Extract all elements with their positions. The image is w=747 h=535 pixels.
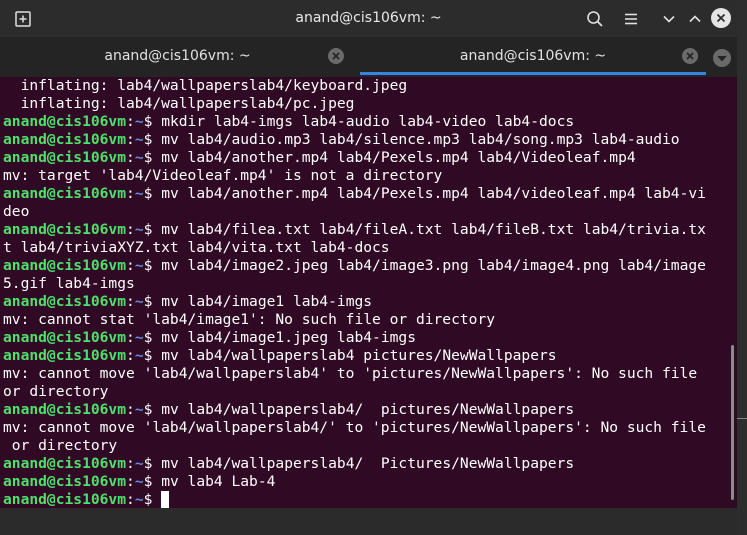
output-line: inflating: lab4/wallpaperslab4/keyboard.… (3, 77, 408, 94)
command-text: mv lab4/image1.jpeg lab4-imgs (161, 329, 416, 346)
output-line: t lab4/triviaXYZ.txt lab4/vita.txt lab4-… (3, 239, 390, 256)
active-tab-indicator (360, 72, 706, 75)
tab-bar: anand@cis106vm: ~ anand@cis106vm: ~ (0, 37, 737, 77)
output-line: 5.gif lab4-imgs (3, 275, 135, 292)
command-line: anand@cis106vm:~$ mv lab4/wallpaperslab4… (3, 347, 557, 364)
close-icon[interactable] (711, 8, 731, 28)
output-line: mv: cannot stat 'lab4/image1': No such f… (3, 311, 496, 328)
command-text: mv lab4/wallpaperslab4/ pictures/NewWall… (161, 401, 575, 418)
title-bar: anand@cis106vm: ~ (0, 0, 737, 37)
output-line: deo (3, 203, 30, 220)
prompt-path: ~ (134, 329, 144, 346)
prompt-user: anand@cis106vm (3, 131, 127, 148)
command-line: anand@cis106vm:~$ mv lab4/wallpaperslab4… (3, 455, 575, 472)
prompt-path: ~ (134, 149, 144, 166)
command-text: mv lab4/filea.txt lab4/fileA.txt lab4/fi… (161, 221, 706, 238)
tab-close-icon[interactable] (328, 48, 344, 64)
output-line: mv: target 'lab4/Videoleaf.mp4' is not a… (3, 167, 443, 184)
command-text: mv lab4/audio.mp3 lab4/silence.mp3 lab4/… (161, 131, 680, 148)
prompt-user: anand@cis106vm (3, 401, 127, 418)
tab-close-icon[interactable] (682, 48, 698, 64)
command-line: anand@cis106vm:~$ mv lab4/another.mp4 la… (3, 149, 636, 166)
prompt-path: ~ (134, 257, 144, 274)
command-line: anand@cis106vm:~$ (3, 491, 737, 508)
tab-1[interactable]: anand@cis106vm: ~ (0, 37, 355, 77)
prompt-user: anand@cis106vm (3, 257, 127, 274)
prompt-user: anand@cis106vm (3, 149, 127, 166)
tab-2[interactable]: anand@cis106vm: ~ (358, 37, 708, 77)
tab-label: anand@cis106vm: ~ (459, 48, 607, 64)
output-line: or directory (3, 383, 109, 400)
prompt-user: anand@cis106vm (3, 473, 127, 490)
command-line: anand@cis106vm:~$ mv lab4/image1 lab4-im… (3, 293, 373, 310)
command-text: mv lab4/wallpaperslab4/ Pictures/NewWall… (161, 455, 575, 472)
prompt-path: ~ (134, 491, 144, 508)
window-edge (737, 0, 747, 535)
command-text: mv lab4/another.mp4 lab4/Pexels.mp4 lab4… (161, 185, 706, 202)
prompt-path: ~ (134, 293, 144, 310)
command-text: mv lab4/image2.jpeg lab4/image3.png lab4… (161, 257, 706, 274)
prompt-user: anand@cis106vm (3, 185, 127, 202)
prompt-user: anand@cis106vm (3, 329, 127, 346)
prompt-path: ~ (134, 455, 144, 472)
terminal-scrollbar[interactable] (731, 345, 734, 500)
command-line: anand@cis106vm:~$ mv lab4/audio.mp3 lab4… (3, 131, 680, 148)
command-line: anand@cis106vm:~$ mv lab4/image2.jpeg la… (3, 257, 706, 274)
minimize-chevron-down-icon[interactable] (658, 8, 680, 30)
prompt-path: ~ (134, 401, 144, 418)
output-line: mv: cannot move 'lab4/wallpaperslab4/' t… (3, 419, 706, 436)
tab-overflow-chevron-down-icon[interactable] (713, 49, 731, 67)
command-text: mv lab4/image1 lab4-imgs (161, 293, 373, 310)
command-text: mv lab4/another.mp4 lab4/Pexels.mp4 lab4… (161, 149, 636, 166)
prompt-path: ~ (134, 221, 144, 238)
command-text: mv lab4 Lab-4 (161, 473, 276, 490)
prompt-path: ~ (134, 185, 144, 202)
command-line: anand@cis106vm:~$ mkdir lab4-imgs lab4-a… (3, 113, 575, 130)
prompt-user: anand@cis106vm (3, 455, 127, 472)
command-line: anand@cis106vm:~$ mv lab4/wallpaperslab4… (3, 401, 575, 418)
prompt-path: ~ (134, 347, 144, 364)
search-icon[interactable] (584, 8, 606, 30)
prompt-path: ~ (134, 131, 144, 148)
terminal-window: anand@cis106vm: ~ anand@cis106vm: ~ anan… (0, 0, 737, 508)
tab-label: anand@cis106vm: ~ (104, 48, 251, 64)
prompt-user: anand@cis106vm (3, 221, 127, 238)
terminal-output[interactable]: inflating: lab4/wallpaperslab4/keyboard.… (0, 77, 737, 508)
prompt-user: anand@cis106vm (3, 491, 127, 508)
prompt-user: anand@cis106vm (3, 113, 127, 130)
command-text: mv lab4/wallpaperslab4 pictures/NewWallp… (161, 347, 557, 364)
command-line: anand@cis106vm:~$ mv lab4/another.mp4 la… (3, 185, 706, 202)
prompt-user: anand@cis106vm (3, 293, 127, 310)
output-line: or directory (3, 437, 118, 454)
command-text: mkdir lab4-imgs lab4-audio lab4-video la… (161, 113, 575, 130)
command-line: anand@cis106vm:~$ mv lab4/filea.txt lab4… (3, 221, 706, 238)
text-cursor (161, 491, 170, 508)
command-line: anand@cis106vm:~$ mv lab4/image1.jpeg la… (3, 329, 416, 346)
command-line: anand@cis106vm:~$ mv lab4 Lab-4 (3, 473, 276, 490)
output-line: mv: cannot move 'lab4/wallpaperslab4' to… (3, 365, 698, 382)
divider (737, 418, 747, 429)
prompt-user: anand@cis106vm (3, 347, 127, 364)
prompt-path: ~ (134, 113, 144, 130)
hamburger-menu-icon[interactable] (620, 8, 642, 30)
maximize-chevron-up-icon[interactable] (684, 8, 706, 30)
prompt-path: ~ (134, 473, 144, 490)
output-line: inflating: lab4/wallpaperslab4/pc.jpeg (3, 95, 355, 112)
